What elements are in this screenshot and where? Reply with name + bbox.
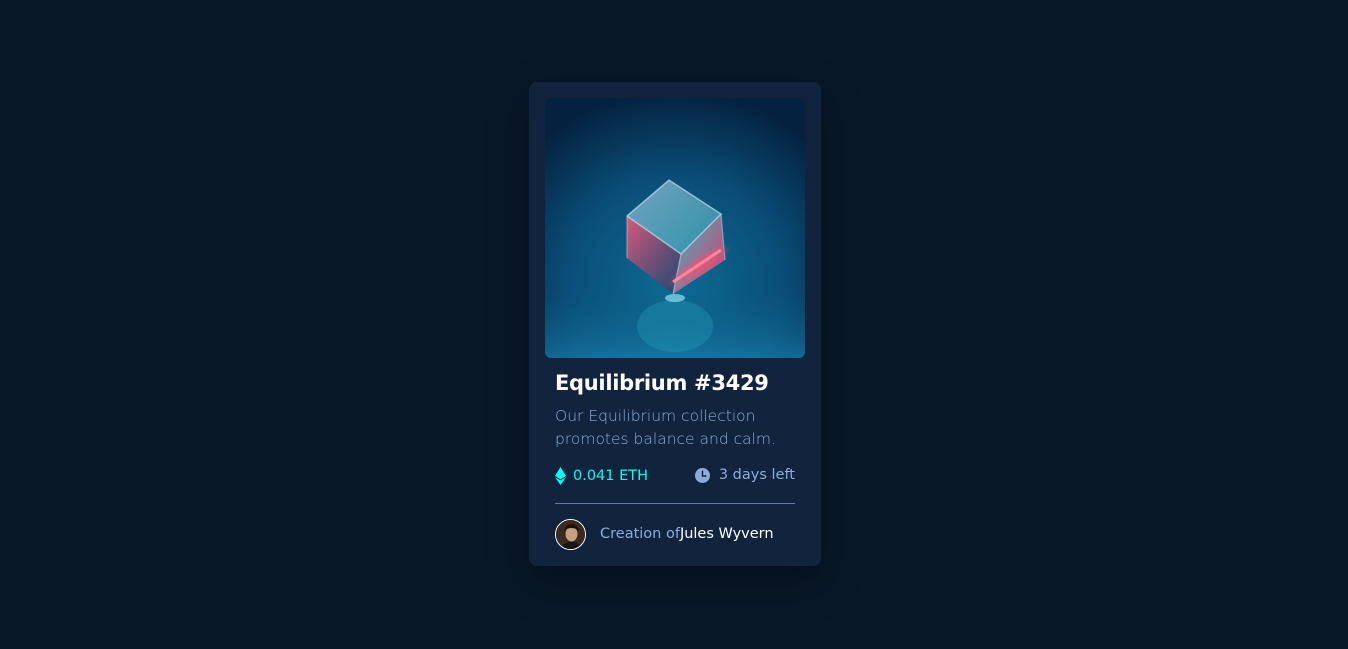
creator-row: Creation ofJules Wyvern: [555, 518, 795, 550]
avatar: [555, 518, 586, 550]
nft-image[interactable]: [545, 98, 805, 358]
card-stats: 0.041 ETH 3 days left: [555, 467, 795, 489]
divider: [555, 503, 795, 504]
creator-prefix: Creation of: [600, 526, 680, 542]
nft-card: Equilibrium #3429 Our Equilibrium collec…: [529, 82, 821, 566]
creator-text: Creation ofJules Wyvern: [600, 526, 774, 542]
card-description: Our Equilibrium collection promotes bala…: [555, 407, 776, 448]
card-title[interactable]: Equilibrium #3429: [555, 371, 769, 395]
equilibrium-cube-image: [545, 98, 805, 358]
time-remaining: 3 days left: [694, 467, 795, 483]
creator-name[interactable]: Jules Wyvern: [680, 526, 774, 542]
price-value: 0.041 ETH: [573, 468, 649, 484]
ethereum-icon: [555, 467, 566, 485]
price: 0.041 ETH: [555, 467, 648, 485]
clock-icon: [694, 467, 710, 483]
time-value: 3 days left: [718, 467, 795, 483]
